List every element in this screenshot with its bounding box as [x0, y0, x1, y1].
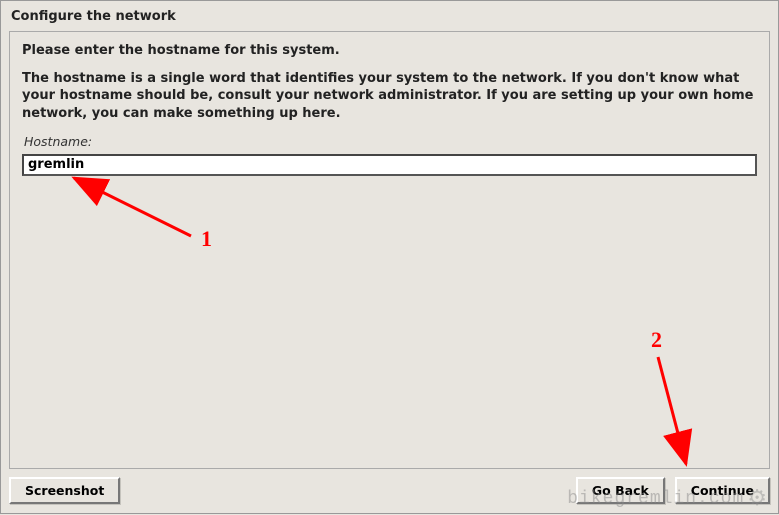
- annotation-label-1: 1: [201, 226, 212, 252]
- bottom-bar: Screenshot Go Back Continue: [9, 475, 770, 505]
- main-panel: Please enter the hostname for this syste…: [9, 31, 770, 469]
- go-back-button[interactable]: Go Back: [576, 477, 665, 504]
- screenshot-button[interactable]: Screenshot: [9, 477, 120, 504]
- hostname-label: Hostname:: [22, 134, 757, 149]
- right-button-group: Go Back Continue: [576, 477, 770, 504]
- annotation-label-2: 2: [651, 327, 662, 353]
- description-text: The hostname is a single word that ident…: [22, 70, 757, 123]
- window-title: Configure the network: [1, 1, 778, 30]
- prompt-text: Please enter the hostname for this syste…: [22, 42, 757, 60]
- continue-button[interactable]: Continue: [675, 477, 770, 504]
- hostname-input[interactable]: [22, 154, 757, 176]
